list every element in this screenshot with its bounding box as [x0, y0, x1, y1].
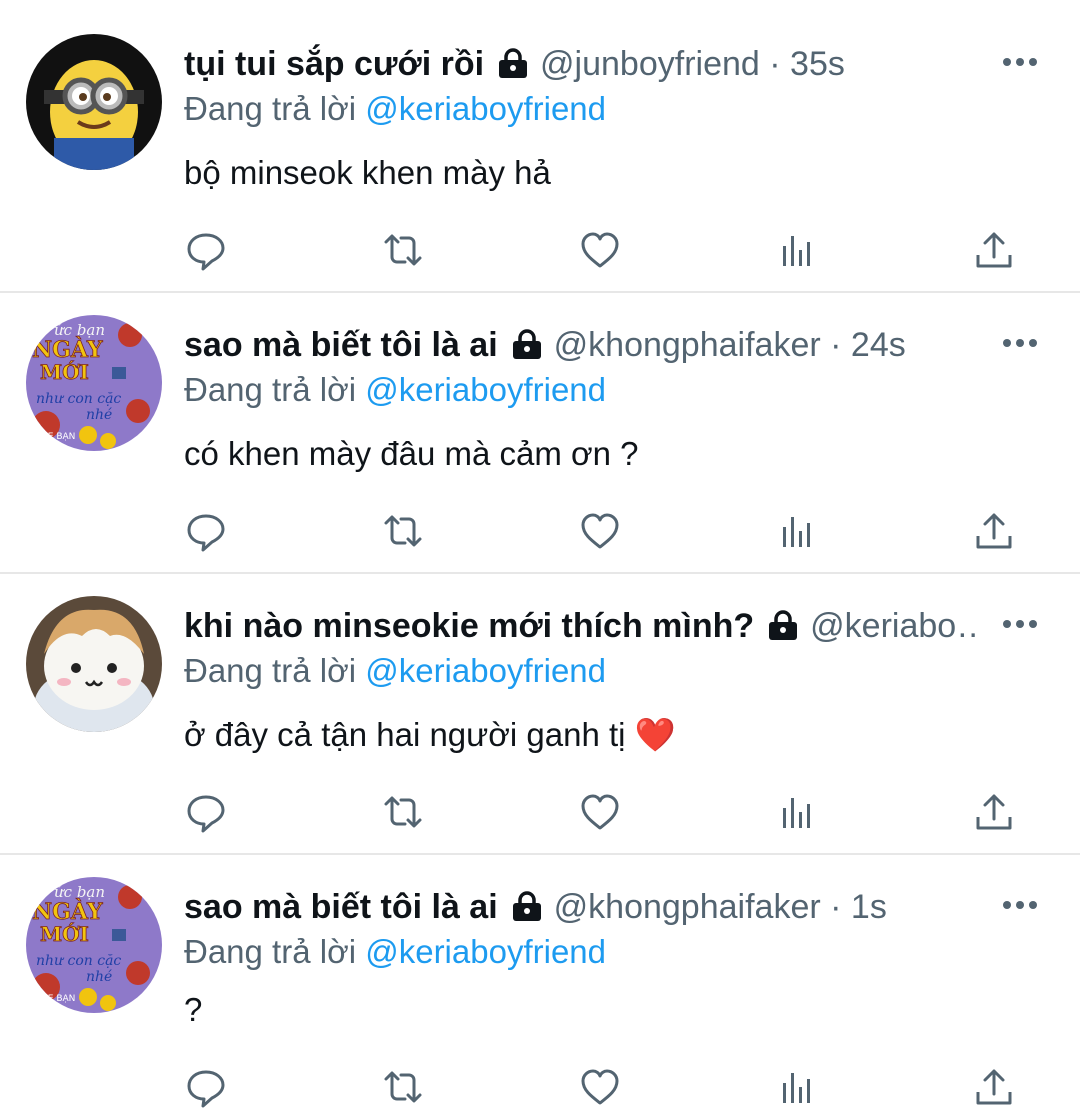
avatar-caption: ME BẠN	[40, 994, 75, 1004]
display-name[interactable]: sao mà biết tôi là ai	[184, 326, 498, 364]
retweet-icon[interactable]	[381, 509, 425, 553]
flower-greeting-avatar-icon: ức bạn NGÀY MỚI như con cặc nhé ME BẠN	[26, 315, 162, 451]
action-bar	[184, 509, 1020, 553]
reply-to-link[interactable]: @keriaboyfriend	[365, 371, 606, 408]
tweet[interactable]: khi nào minseokie mới thích mình? @keriab…	[0, 574, 1080, 853]
tweet-header: sao mà biết tôi là ai @khongphaifaker · 1…	[184, 887, 980, 930]
like-icon[interactable]	[578, 790, 622, 834]
replying-to: Đang trả lời @keriaboyfriend	[184, 89, 606, 129]
timestamp[interactable]: 1s	[851, 888, 887, 926]
replying-to: Đang trả lời @keriaboyfriend	[184, 932, 606, 972]
lock-icon	[510, 328, 544, 368]
share-icon[interactable]	[972, 1065, 1016, 1109]
like-icon[interactable]	[578, 1065, 622, 1109]
reply-prefix: Đang trả lời	[184, 90, 357, 127]
avatar-caption: ME BẠN	[40, 432, 75, 442]
analytics-icon[interactable]	[775, 228, 819, 272]
avatar-caption: như con cặc	[36, 391, 121, 407]
avatar-caption: MỚI	[40, 921, 89, 946]
reply-prefix: Đang trả lời	[184, 652, 357, 689]
share-icon[interactable]	[972, 509, 1016, 553]
analytics-icon[interactable]	[775, 790, 819, 834]
lock-icon	[510, 890, 544, 930]
avatar-caption: nhé	[86, 969, 112, 985]
tweet-text: có khen mày đâu mà cảm ơn ?	[184, 435, 639, 472]
more-options-icon[interactable]	[1000, 614, 1040, 634]
reply-icon[interactable]	[184, 1065, 228, 1109]
timestamp[interactable]: 35s	[790, 45, 845, 83]
user-handle[interactable]: @khongphaifaker	[554, 888, 821, 926]
lock-icon	[766, 609, 800, 649]
analytics-icon[interactable]	[775, 1065, 819, 1109]
display-name[interactable]: sao mà biết tôi là ai	[184, 888, 498, 926]
timestamp[interactable]: 24s	[851, 326, 906, 364]
reply-to-link[interactable]: @keriaboyfriend	[365, 90, 606, 127]
more-options-icon[interactable]	[1000, 52, 1040, 72]
share-icon[interactable]	[972, 228, 1016, 272]
separator-dot: ·	[830, 326, 842, 364]
retweet-icon[interactable]	[381, 790, 425, 834]
avatar[interactable]: ức bạn NGÀY MỚI như con cặc nhé ME BẠN	[26, 315, 162, 451]
avatar-caption: như con cặc	[36, 953, 121, 969]
plush-doll-avatar-icon	[26, 596, 162, 732]
tweet[interactable]: tụi tui sắp cưới rồi @junboyfriend · 35s …	[0, 0, 1080, 290]
avatar[interactable]	[26, 34, 162, 170]
reply-to-link[interactable]: @keriaboyfriend	[365, 933, 606, 970]
tweet-header: sao mà biết tôi là ai @khongphaifaker · 2…	[184, 325, 980, 368]
flower-greeting-avatar-icon: ức bạn NGÀY MỚI như con cặc nhé ME BẠN	[26, 877, 162, 1013]
avatar-caption: nhé	[86, 407, 112, 423]
avatar[interactable]	[26, 596, 162, 732]
display-name[interactable]: khi nào minseokie mới thích mình?	[184, 607, 754, 645]
reply-icon[interactable]	[184, 228, 228, 272]
avatar-caption: NGÀY	[32, 336, 103, 363]
like-icon[interactable]	[578, 228, 622, 272]
replying-to: Đang trả lời @keriaboyfriend	[184, 651, 606, 691]
display-name[interactable]: tụi tui sắp cưới rồi	[184, 45, 484, 83]
more-options-icon[interactable]	[1000, 895, 1040, 915]
retweet-icon[interactable]	[381, 228, 425, 272]
retweet-icon[interactable]	[381, 1065, 425, 1109]
tweet[interactable]: ức bạn NGÀY MỚI như con cặc nhé ME BẠN s…	[0, 293, 1080, 572]
separator-dot: ·	[830, 888, 842, 926]
reply-icon[interactable]	[184, 509, 228, 553]
tweet-text: ?	[184, 991, 203, 1028]
reply-to-link[interactable]: @keriaboyfriend	[365, 652, 606, 689]
avatar[interactable]: ức bạn NGÀY MỚI như con cặc nhé ME BẠN	[26, 877, 162, 1013]
avatar-caption: MỚI	[40, 359, 89, 384]
minion-avatar-icon	[26, 34, 162, 170]
like-icon[interactable]	[578, 509, 622, 553]
share-icon[interactable]	[972, 790, 1016, 834]
reply-prefix: Đang trả lời	[184, 371, 357, 408]
user-handle[interactable]: @keriabo…	[810, 607, 980, 645]
tweet-text: bộ minseok khen mày hả	[184, 154, 551, 191]
analytics-icon[interactable]	[775, 509, 819, 553]
user-handle[interactable]: @khongphaifaker	[554, 326, 821, 364]
action-bar	[184, 1065, 1020, 1109]
separator-dot: ·	[769, 45, 781, 83]
reply-icon[interactable]	[184, 790, 228, 834]
lock-icon	[496, 47, 530, 87]
tweet-text: ở đây cả tận hai người ganh tị ❤️	[184, 716, 676, 753]
avatar-caption: NGÀY	[32, 898, 103, 925]
reply-prefix: Đang trả lời	[184, 933, 357, 970]
action-bar	[184, 228, 1020, 272]
action-bar	[184, 790, 1020, 834]
tweet-header: khi nào minseokie mới thích mình? @keriab…	[184, 606, 980, 649]
tweet-header: tụi tui sắp cưới rồi @junboyfriend · 35s	[184, 44, 980, 87]
replying-to: Đang trả lời @keriaboyfriend	[184, 370, 606, 410]
more-options-icon[interactable]	[1000, 333, 1040, 353]
tweet[interactable]: ức bạn NGÀY MỚI như con cặc nhé ME BẠN s…	[0, 855, 1080, 1118]
user-handle[interactable]: @junboyfriend	[540, 45, 760, 83]
